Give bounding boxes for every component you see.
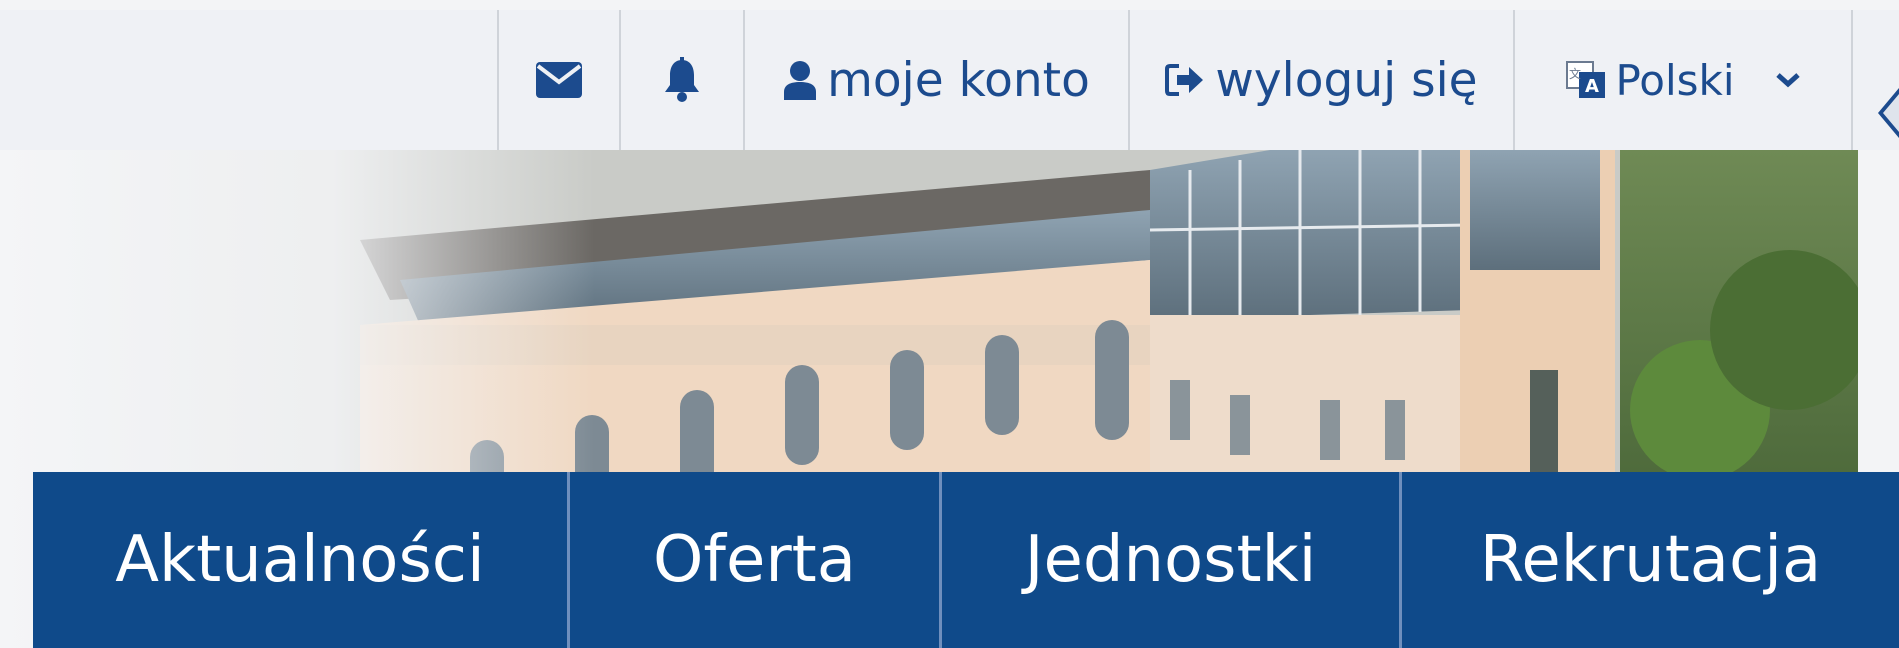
logout-link[interactable]: wyloguj się	[1128, 10, 1513, 150]
nav-item-label: Aktualności	[115, 523, 485, 597]
envelope-icon	[536, 62, 582, 98]
nav-item-aktualnosci[interactable]: Aktualności	[33, 472, 570, 648]
nav-item-label: Oferta	[653, 523, 856, 597]
my-account-label: moje konto	[827, 52, 1090, 108]
language-label: Polski	[1615, 55, 1735, 105]
top-utility-bar: moje konto wyloguj się A 文 Polski	[0, 10, 1899, 150]
user-icon	[784, 61, 817, 100]
main-navigation: Aktualności Oferta Jednostki Rekrutacja	[33, 472, 1899, 648]
logout-label: wyloguj się	[1215, 52, 1478, 108]
bell-icon	[665, 57, 699, 102]
sign-out-icon	[1165, 64, 1204, 96]
chevron-down-icon	[1775, 73, 1800, 88]
collapse-arrow-icon[interactable]	[1878, 88, 1899, 138]
nav-item-jednostki[interactable]: Jednostki	[942, 472, 1402, 648]
nav-item-oferta[interactable]: Oferta	[570, 472, 942, 648]
messages-button[interactable]	[497, 10, 619, 150]
nav-item-rekrutacja[interactable]: Rekrutacja	[1402, 472, 1899, 648]
notifications-button[interactable]	[619, 10, 743, 150]
language-icon: A 文	[1566, 61, 1606, 98]
nav-item-label: Jednostki	[1024, 523, 1317, 597]
nav-item-label: Rekrutacja	[1479, 523, 1822, 597]
svg-text:文: 文	[1569, 66, 1581, 81]
svg-text:A: A	[1585, 76, 1599, 97]
language-selector[interactable]: A 文 Polski	[1513, 10, 1853, 150]
my-account-link[interactable]: moje konto	[743, 10, 1128, 150]
